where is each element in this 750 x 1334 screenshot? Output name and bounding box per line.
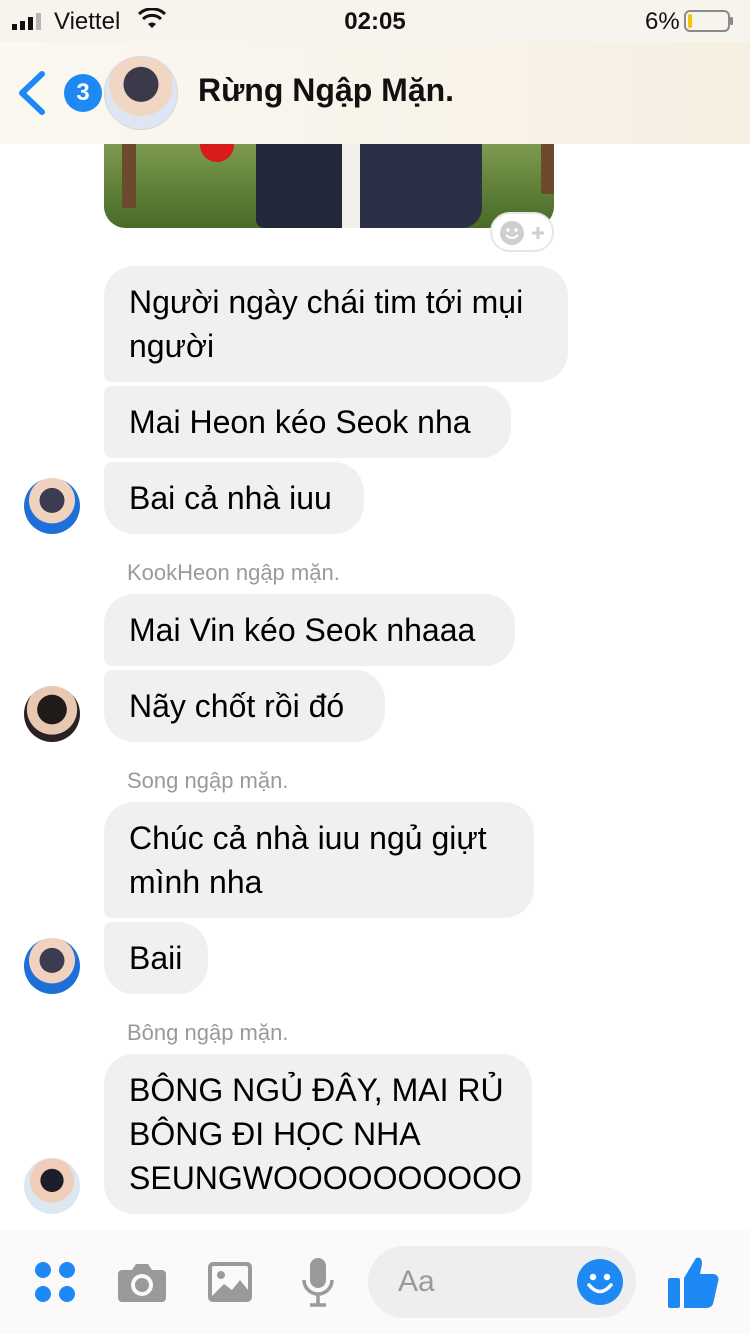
add-reaction-icon xyxy=(500,221,544,245)
camera-icon[interactable] xyxy=(116,1260,168,1304)
message-text: Chúc cả nhà iuu ngủ giựt xyxy=(129,820,487,856)
sender-avatar[interactable] xyxy=(24,1158,80,1214)
conversation-title[interactable]: Rừng Ngập Mặn. xyxy=(198,72,454,109)
microphone-icon[interactable] xyxy=(300,1256,336,1308)
message-text: SEUNGWOOOOOOOOOO xyxy=(129,1160,522,1196)
message-bubble[interactable]: Mai Heon kéo Seok nha xyxy=(104,386,511,458)
message-bubble[interactable]: Baii xyxy=(104,922,208,994)
message-text: mình nha xyxy=(129,864,263,900)
message-input[interactable] xyxy=(398,1262,578,1302)
conversation-header: 3 Rừng Ngập Mặn. xyxy=(0,42,750,144)
image-icon[interactable] xyxy=(206,1258,254,1306)
message-bubble[interactable]: Mai Vin kéo Seok nhaaa xyxy=(104,594,515,666)
photo-detail xyxy=(122,144,136,208)
message-text: Baii xyxy=(129,940,183,976)
message-composer xyxy=(0,1230,750,1334)
clock: 02:05 xyxy=(344,8,406,35)
chevron-left-icon xyxy=(19,71,45,115)
message-text: Bai cả nhà iuu xyxy=(129,480,332,516)
message-text: BÔNG NGỦ ĐÂY, MAI RỦ xyxy=(129,1072,504,1108)
message-input-wrapper xyxy=(368,1246,636,1318)
sender-name: Bông ngập mặn. xyxy=(127,1020,289,1045)
emoji-icon[interactable] xyxy=(576,1258,624,1306)
sender-name: Song ngập mặn. xyxy=(127,768,289,793)
add-reaction-button[interactable] xyxy=(490,212,554,252)
message-text: người xyxy=(129,328,215,364)
sender-avatar[interactable] xyxy=(24,686,80,742)
back-button[interactable]: 3 xyxy=(16,68,102,120)
group-avatar[interactable] xyxy=(104,56,178,130)
unread-count-badge: 3 xyxy=(64,74,102,112)
message-bubble[interactable]: Bai cả nhà iuu xyxy=(104,462,364,534)
apps-icon[interactable] xyxy=(33,1260,77,1304)
photo-detail xyxy=(256,144,482,228)
message-bubble[interactable]: Nãy chốt rồi đó xyxy=(104,670,385,742)
message-bubble[interactable]: BÔNG NGỦ ĐÂY, MAI RỦ BÔNG ĐI HỌC NHA SEU… xyxy=(104,1054,532,1214)
battery-icon xyxy=(684,10,733,32)
sender-avatar[interactable] xyxy=(24,478,80,534)
message-bubble[interactable]: Chúc cả nhà iuu ngủ giựt mình nha xyxy=(104,802,534,918)
sender-avatar[interactable] xyxy=(24,938,80,994)
status-bar: Viettel 02:05 6% xyxy=(0,0,750,42)
message-text: Nãy chốt rồi đó xyxy=(129,688,345,724)
message-text: BÔNG ĐI HỌC NHA xyxy=(129,1116,421,1152)
sender-name: KookHeon ngập mặn. xyxy=(127,560,340,585)
thumbs-up-icon[interactable] xyxy=(666,1254,720,1310)
message-text: Người ngày chái tim tới mụi xyxy=(129,284,524,320)
battery-percent: 6% xyxy=(645,8,680,35)
photo-message[interactable] xyxy=(104,144,554,228)
photo-detail xyxy=(541,144,554,194)
message-bubble[interactable]: Người ngày chái tim tới mụi người xyxy=(104,266,568,382)
message-text: Mai Heon kéo Seok nha xyxy=(129,404,471,440)
message-text: Mai Vin kéo Seok nhaaa xyxy=(129,612,476,648)
